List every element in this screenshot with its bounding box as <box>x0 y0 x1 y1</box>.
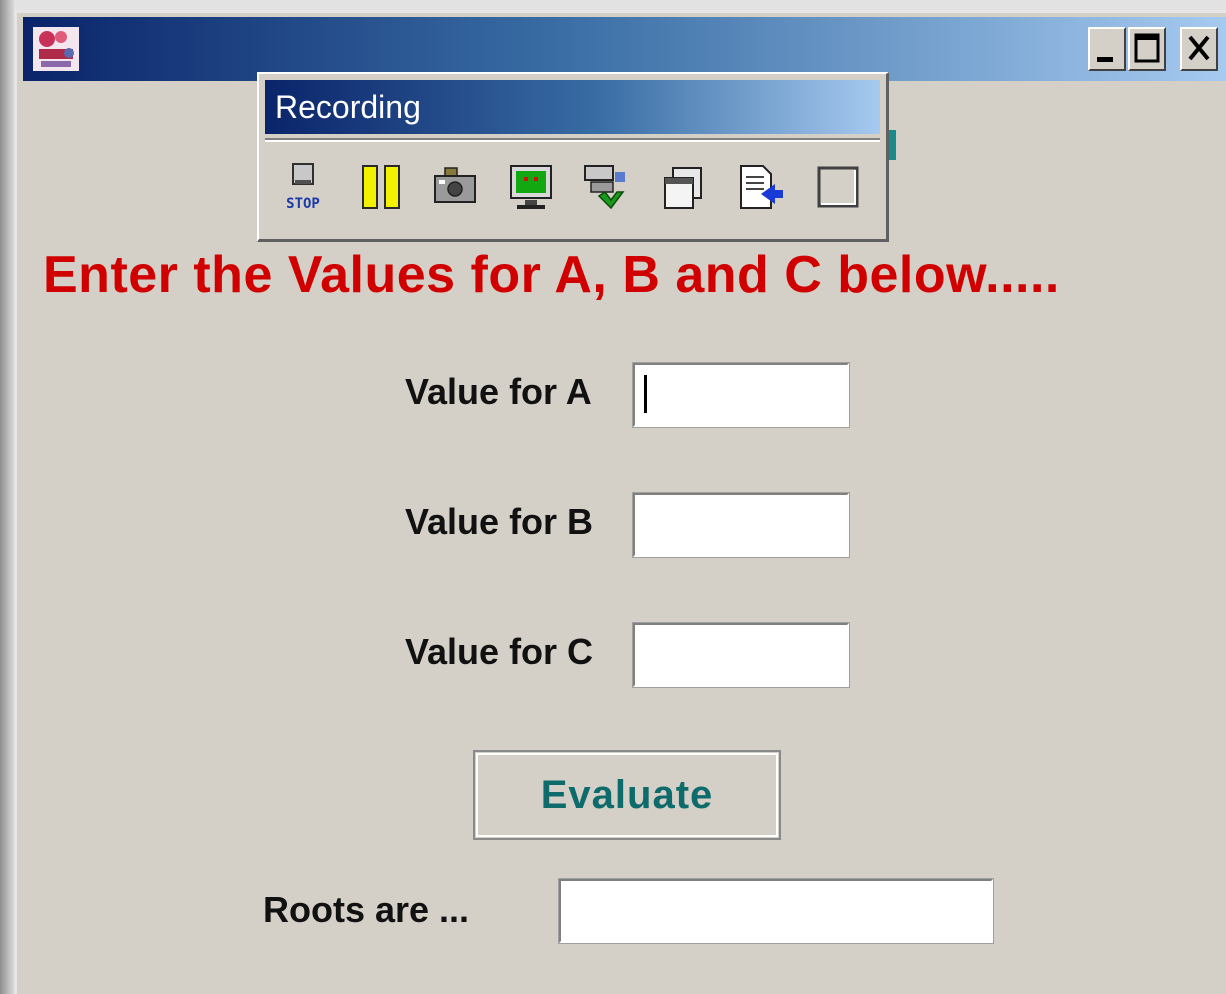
stop-icon[interactable]: STOP <box>277 162 329 214</box>
value-c-input[interactable] <box>632 622 850 688</box>
text-caret <box>644 375 647 413</box>
desktop-edge <box>0 0 14 994</box>
monitor-icon[interactable] <box>507 162 559 214</box>
checkbox-icon[interactable] <box>811 162 863 214</box>
object-spy-icon[interactable] <box>581 162 633 214</box>
maximize-button[interactable] <box>1128 27 1166 71</box>
roots-output[interactable] <box>558 878 994 944</box>
desktop-background <box>0 0 1226 10</box>
stop-label: STOP <box>286 196 320 212</box>
recording-toolbar[interactable]: Recording STOP <box>257 72 889 242</box>
evaluate-button[interactable]: Evaluate <box>473 750 781 840</box>
value-b-label: Value for B <box>405 501 594 542</box>
minimize-icon <box>1097 57 1113 62</box>
instructions-heading: Enter the Values for A, B and C below...… <box>43 246 1060 304</box>
close-icon <box>1188 35 1210 61</box>
insert-file-icon[interactable] <box>735 162 787 214</box>
camera-icon[interactable] <box>431 162 483 214</box>
toolbar-divider <box>265 138 880 142</box>
java-app-icon[interactable] <box>31 25 81 73</box>
recording-toolbar-title[interactable]: Recording <box>265 80 880 134</box>
roots-label: Roots are ... <box>263 889 470 930</box>
value-b-input[interactable] <box>632 492 850 558</box>
value-a-label: Value for A <box>405 371 592 412</box>
value-c-label: Value for C <box>405 631 594 672</box>
maximize-icon <box>1134 33 1160 63</box>
windows-icon[interactable] <box>659 162 711 214</box>
pause-icon[interactable] <box>357 162 409 214</box>
minimize-button[interactable] <box>1088 27 1126 71</box>
close-button[interactable] <box>1180 27 1218 71</box>
value-a-input[interactable] <box>632 362 850 428</box>
